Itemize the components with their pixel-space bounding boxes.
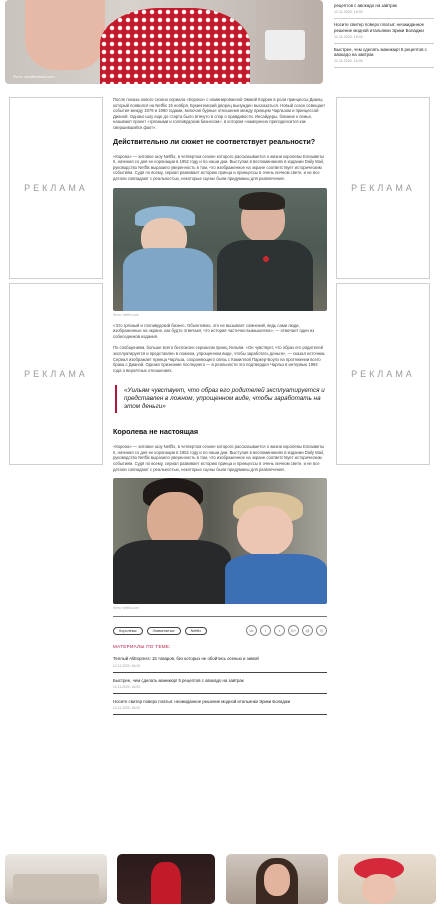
google-icon[interactable]: G+ (288, 625, 299, 637)
photo-dress-blue (225, 554, 327, 605)
news-date: 12.11.2020, 16:00 (334, 34, 363, 39)
hero-credit: Фото: shutterstock.com (13, 74, 55, 79)
ad-label: РЕКЛАМА (351, 369, 415, 379)
photo-hair (239, 191, 285, 210)
mail-icon[interactable]: @ (302, 625, 313, 637)
thumb-dress (151, 862, 181, 904)
hero-figure-arm (25, 0, 105, 70)
tag[interactable]: Королевы (113, 626, 143, 635)
ad-label: РЕКЛАМА (24, 369, 88, 379)
related-item-date: 12.11.2020, 16:00 (113, 685, 141, 690)
ad-right-top[interactable]: РЕКЛАМА (336, 97, 430, 279)
related-item-title[interactable]: Носите свитер поверх платья: неожиданное… (113, 699, 327, 704)
share-buttons: vk f t G+ @ ◎ (246, 625, 327, 637)
article-photo-2[interactable] (113, 478, 327, 605)
bottom-thumb-hat[interactable] (338, 854, 436, 904)
photo-credit: Фото: netflix.com (113, 606, 139, 611)
quote-text: «Уильям чувствует, что образ его родител… (124, 387, 325, 411)
photo-face-2 (237, 506, 293, 557)
tag[interactable]: Знаменитые (146, 626, 181, 635)
news-title[interactable]: Быстрее, чем сделать маникюр! 5 рецептов… (334, 47, 434, 58)
article-body: После показа нового сезона сериала «Коро… (113, 97, 327, 720)
related-item-title[interactable]: Теплый AliExpress: 15 товаров, без котор… (113, 656, 327, 661)
thumb-sofa (13, 874, 99, 896)
divider (113, 616, 327, 618)
article-heading-2: Королева не настоящая (113, 427, 199, 437)
related-item-date: 12.11.2020, 16:00 (113, 663, 141, 668)
vk-icon[interactable]: vk (246, 625, 257, 637)
thumb-face (362, 874, 396, 904)
related-item-date: 12.11.2020, 16:00 (113, 706, 141, 711)
news-date: 12.11.2020, 16:00 (334, 59, 363, 64)
hero-figure-dress (100, 8, 250, 84)
related-item[interactable]: Теплый AliExpress: 15 товаров, без котор… (113, 656, 327, 673)
ad-right-bottom[interactable]: РЕКЛАМА (336, 283, 430, 465)
article-paragraph: «Корона» — хитовое шоу Netflix, в четвер… (113, 153, 325, 181)
article-photo-1[interactable] (113, 187, 327, 311)
news-date: 12.11.2020, 16:00 (334, 10, 363, 15)
bottom-thumb-red-dress[interactable] (117, 854, 215, 904)
news-title[interactable]: рецептов с авокадо на завтрак (334, 3, 434, 8)
news-item[interactable]: рецептов с авокадо на завтрак 12.11.2020… (334, 0, 434, 20)
instagram-icon[interactable]: ◎ (316, 625, 327, 637)
tag[interactable]: Netflix (184, 626, 208, 635)
photo-flower (263, 255, 269, 262)
ad-label: РЕКЛАМА (351, 183, 415, 193)
article-paragraph: «Корона» — хитовое шоу Netflix, в четвер… (113, 444, 325, 472)
photo-credit: Фото: netflix.com (113, 312, 139, 317)
bottom-thumb-interior[interactable] (5, 854, 107, 904)
article-paragraph: «Это грязный и голливудский бизнес. Объе… (113, 322, 315, 339)
ad-left-top[interactable]: РЕКЛАМА (9, 97, 103, 279)
photo-suit (113, 540, 231, 605)
related-title: МАТЕРИАЛЫ ПО ТЕМЕ: (113, 644, 171, 650)
photo-coat-blue (123, 247, 213, 311)
related-item-title[interactable]: Быстрее, чем сделать маникюр! 5 рецептов… (113, 678, 327, 683)
related-item[interactable]: Быстрее, чем сделать маникюр! 5 рецептов… (113, 678, 327, 695)
hero-image[interactable]: Фото: shutterstock.com (5, 0, 323, 84)
tags-share-row: Королевы Знаменитые Netflix vk f t G+ @ … (113, 625, 327, 637)
hero-cup (265, 30, 305, 60)
article-quote: «Уильям чувствует, что образ его родител… (115, 385, 327, 414)
photo-suit (217, 239, 313, 311)
news-item[interactable]: Носите свитер поверх платья: неожиданное… (334, 19, 434, 44)
facebook-icon[interactable]: f (260, 625, 271, 637)
article-intro: После показа нового сезона сериала «Коро… (113, 97, 326, 130)
tag-list: Королевы Знаменитые Netflix (113, 626, 208, 635)
ad-left-bottom[interactable]: РЕКЛАМА (9, 283, 103, 465)
news-item[interactable]: Быстрее, чем сделать маникюр! 5 рецептов… (334, 44, 434, 69)
thumb-face (264, 864, 290, 896)
ad-label: РЕКЛАМА (24, 183, 88, 193)
news-title[interactable]: Носите свитер поверх платья: неожиданное… (334, 22, 434, 33)
related-item[interactable]: Носите свитер поверх платья: неожиданное… (113, 699, 327, 716)
news-sidebar: рецептов с авокадо на завтрак 12.11.2020… (334, 0, 434, 69)
twitter-icon[interactable]: t (274, 625, 285, 637)
article-heading-1: Действительно ли сюжет не соответствует … (113, 136, 316, 146)
bottom-thumb-portrait[interactable] (226, 854, 328, 904)
article-paragraph: По сообщениям, больше всего беспокоен се… (113, 345, 326, 373)
